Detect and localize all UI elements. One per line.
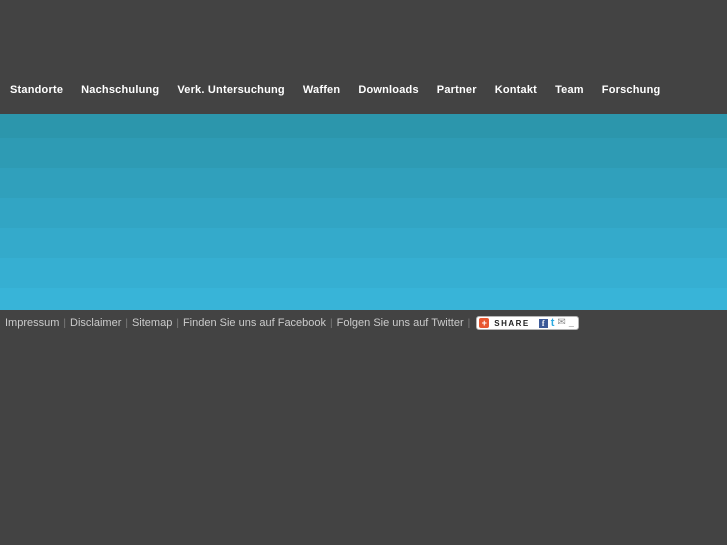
separator: | (467, 317, 471, 329)
separator: | (330, 317, 333, 329)
footer-link-disclaimer[interactable]: Disclaimer (70, 317, 121, 329)
banner-band (0, 228, 727, 258)
nav-item-nachschulung[interactable]: Nachschulung (81, 84, 159, 96)
facebook-icon[interactable]: f (538, 318, 548, 328)
banner-band (0, 114, 727, 138)
main-nav: Standorte Nachschulung Verk. Untersuchun… (10, 84, 660, 96)
nav-item-downloads[interactable]: Downloads (358, 84, 418, 96)
nav-item-kontakt[interactable]: Kontakt (495, 84, 537, 96)
addthis-share-button[interactable]: + SHARE f t ✉ _ (476, 316, 579, 330)
email-icon[interactable]: ✉ (557, 318, 565, 328)
nav-item-team[interactable]: Team (555, 84, 584, 96)
banner-band (0, 168, 727, 198)
addthis-plus-icon: + (479, 318, 490, 328)
header-banner (0, 114, 727, 310)
more-icon[interactable]: _ (569, 319, 574, 328)
banner-band (0, 258, 727, 288)
banner-band (0, 138, 727, 168)
nav-item-verk-untersuchung[interactable]: Verk. Untersuchung (177, 84, 285, 96)
footer-bar: Impressum | Disclaimer | Sitemap | Finde… (5, 315, 727, 331)
banner-band (0, 288, 727, 310)
share-button-label: SHARE (494, 318, 530, 328)
nav-item-waffen[interactable]: Waffen (303, 84, 340, 96)
footer-link-impressum[interactable]: Impressum (5, 317, 59, 329)
footer-link-twitter[interactable]: Folgen Sie uns auf Twitter (337, 317, 464, 329)
separator: | (63, 317, 67, 329)
nav-item-standorte[interactable]: Standorte (10, 84, 63, 96)
banner-band (0, 198, 727, 228)
footer-link-sitemap[interactable]: Sitemap (132, 317, 172, 329)
separator: | (176, 317, 179, 329)
nav-item-forschung[interactable]: Forschung (602, 84, 661, 96)
footer-link-facebook[interactable]: Finden Sie uns auf Facebook (183, 317, 326, 329)
separator: | (125, 317, 128, 329)
twitter-icon[interactable]: t (551, 317, 555, 328)
nav-item-partner[interactable]: Partner (437, 84, 477, 96)
